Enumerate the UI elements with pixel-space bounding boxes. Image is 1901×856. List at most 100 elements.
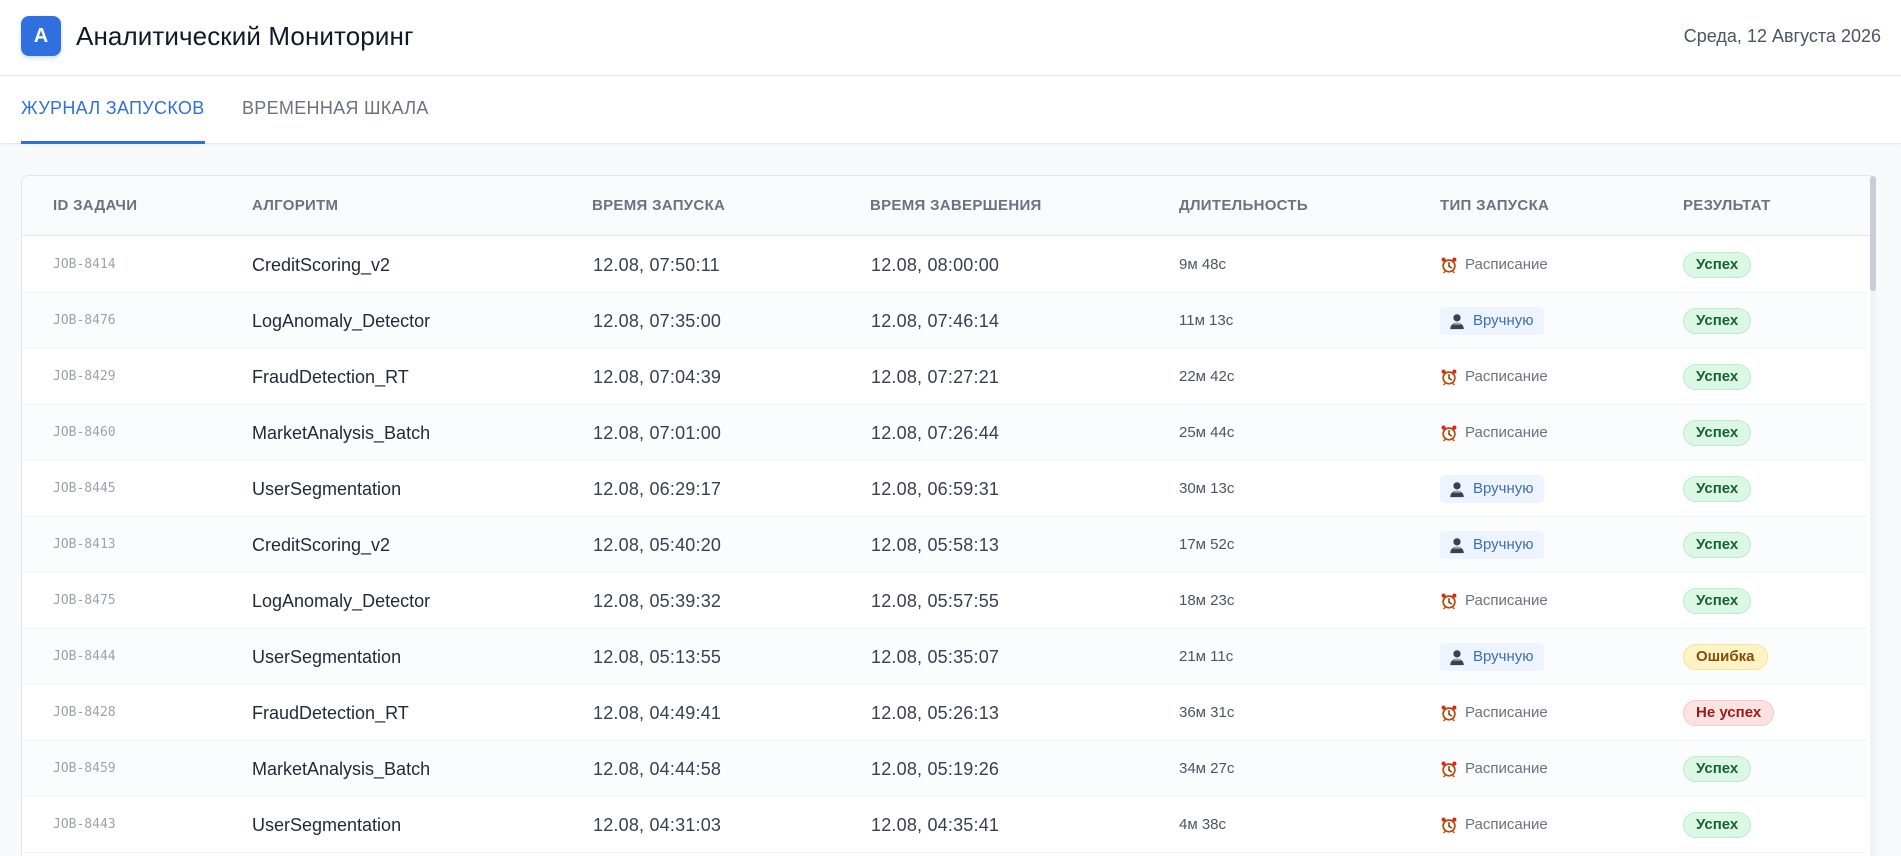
start-time-cell: 12.08, 04:44:58 [593,759,722,779]
run-type-cell: Расписание [1440,573,1548,629]
result-cell: Ошибка [1683,629,1768,685]
job-id-cell: JOB-8413 [53,537,116,552]
job-id-cell: JOB-8476 [53,313,116,328]
run-type-label: Вручную [1473,648,1534,665]
result-cell: Успех [1683,349,1752,405]
start-time-cell: 12.08, 05:40:20 [593,535,722,555]
user-icon [1448,536,1466,554]
end-time-cell: 12.08, 05:57:55 [871,591,1000,611]
algorithm-cell: LogAnomaly_Detector [252,311,431,331]
algorithm-cell: LogAnomaly_Detector [252,591,431,611]
header-result[interactable]: РЕЗУЛЬТАТ [1683,176,1771,236]
run-type-label: Расписание [1465,592,1548,609]
run-type-label: Расписание [1465,760,1548,777]
scheduled-run-tag: Расписание [1440,251,1548,279]
duration-cell: 18м 23с [1179,592,1235,609]
table-scrollbar[interactable] [1870,176,1876,856]
tab-bar: ЖУРНАЛ ЗАПУСКОВ ВРЕМЕННАЯ ШКАЛА [0,76,1901,144]
run-type-label: Вручную [1473,536,1534,553]
table-row[interactable]: JOB-8476 LogAnomaly_Detector 12.08, 07:35:… [22,293,1867,349]
duration-cell: 21м 11с [1179,648,1234,665]
alarm-clock-icon [1440,592,1458,610]
result-cell: Успех [1683,237,1752,293]
run-type-cell: Вручную [1440,293,1544,349]
start-time-cell: 12.08, 06:29:17 [593,479,722,499]
result-cell: Не успех [1683,685,1775,741]
app-logo[interactable]: А [21,16,61,56]
status-badge: Успех [1683,532,1752,558]
header-algorithm[interactable]: АЛГОРИТМ [252,176,338,236]
algorithm-cell: MarketAnalysis_Batch [252,423,431,443]
tab-timeline[interactable]: ВРЕМЕННАЯ ШКАЛА [242,76,429,144]
table-header: ID ЗАДАЧИ АЛГОРИТМ ВРЕМЯ ЗАПУСКА ВРЕМЯ З… [22,176,1875,236]
run-type-cell: Вручную [1440,517,1544,573]
user-icon [1448,480,1466,498]
job-id-cell: JOB-8459 [53,761,116,776]
result-cell: Успех [1683,517,1752,573]
run-type-label: Вручную [1473,480,1534,497]
run-type-label: Расписание [1465,816,1548,833]
table-row[interactable]: JOB-8414 CreditScoring_v2 12.08, 07:50:11 1… [22,237,1867,293]
end-time-cell: 12.08, 08:00:00 [871,255,1000,275]
alarm-clock-icon [1440,760,1458,778]
end-time-cell: 12.08, 04:35:41 [871,815,1000,835]
start-time-cell: 12.08, 07:04:39 [593,367,722,387]
alarm-clock-icon [1440,704,1458,722]
start-time-cell: 12.08, 05:39:32 [593,591,722,611]
run-type-cell: Вручную [1440,629,1544,685]
table-row[interactable]: JOB-8428 FraudDetection_RT 12.08, 04:49:41… [22,685,1867,741]
run-type-label: Расписание [1465,424,1548,441]
manual-run-tag: Вручную [1440,307,1544,335]
job-id-cell: JOB-8429 [53,369,116,384]
end-time-cell: 12.08, 07:46:14 [871,311,1000,331]
header-run-type[interactable]: ТИП ЗАПУСКА [1440,176,1549,236]
scrollbar-thumb[interactable] [1870,176,1876,291]
start-time-cell: 12.08, 07:01:00 [593,423,722,443]
result-cell: Успех [1683,405,1752,461]
table-row[interactable]: JOB-8444 UserSegmentation 12.08, 05:13:55 1… [22,629,1867,685]
table-row[interactable]: JOB-8445 UserSegmentation 12.08, 06:29:17 1… [22,461,1867,517]
table-row[interactable]: JOB-8475 LogAnomaly_Detector 12.08, 05:39:… [22,573,1867,629]
manual-run-tag: Вручную [1440,531,1544,559]
duration-cell: 11м 13с [1179,312,1234,329]
scheduled-run-tag: Расписание [1440,419,1548,447]
status-badge: Успех [1683,588,1752,614]
result-cell: Успех [1683,797,1752,853]
algorithm-cell: MarketAnalysis_Batch [252,759,431,779]
top-bar: А Аналитический Мониторинг Среда, 12 Авг… [0,0,1901,76]
run-type-cell: Расписание [1440,797,1548,853]
tab-run-log[interactable]: ЖУРНАЛ ЗАПУСКОВ [21,76,205,144]
end-time-cell: 12.08, 05:26:13 [871,703,1000,723]
alarm-clock-icon [1440,424,1458,442]
algorithm-cell: UserSegmentation [252,815,402,835]
scheduled-run-tag: Расписание [1440,363,1548,391]
header-end-time[interactable]: ВРЕМЯ ЗАВЕРШЕНИЯ [870,176,1042,236]
duration-cell: 17м 52с [1179,536,1235,553]
table-row[interactable]: JOB-8459 MarketAnalysis_Batch 12.08, 04:44… [22,741,1867,797]
status-badge: Не успех [1683,700,1775,726]
manual-run-tag: Вручную [1440,643,1544,671]
start-time-cell: 12.08, 04:49:41 [593,703,722,723]
duration-cell: 25м 44с [1179,424,1235,441]
header-job-id[interactable]: ID ЗАДАЧИ [53,176,137,236]
table-row[interactable]: JOB-8413 CreditScoring_v2 12.08, 05:40:20 1… [22,517,1867,573]
run-type-label: Расписание [1465,704,1548,721]
algorithm-cell: UserSegmentation [252,479,402,499]
status-badge: Успех [1683,252,1752,278]
run-type-cell: Расписание [1440,237,1548,293]
end-time-cell: 12.08, 05:35:07 [871,647,1000,667]
end-time-cell: 12.08, 05:58:13 [871,535,1000,555]
status-badge: Успех [1683,476,1752,502]
table-row[interactable]: JOB-8429 FraudDetection_RT 12.08, 07:04:39… [22,349,1867,405]
table-row[interactable]: JOB-8460 MarketAnalysis_Batch 12.08, 07:01… [22,405,1867,461]
scheduled-run-tag: Расписание [1440,811,1548,839]
alarm-clock-icon [1440,256,1458,274]
header-duration[interactable]: ДЛИТЕЛЬНОСТЬ [1179,176,1308,236]
header-start-time[interactable]: ВРЕМЯ ЗАПУСКА [592,176,725,236]
job-id-cell: JOB-8475 [53,593,116,608]
status-badge: Успех [1683,308,1752,334]
duration-cell: 34м 27с [1179,760,1235,777]
end-time-cell: 12.08, 07:27:21 [871,367,1000,387]
table-row[interactable]: JOB-8443 UserSegmentation 12.08, 04:31:03 1… [22,797,1867,853]
start-time-cell: 12.08, 04:31:03 [593,815,722,835]
